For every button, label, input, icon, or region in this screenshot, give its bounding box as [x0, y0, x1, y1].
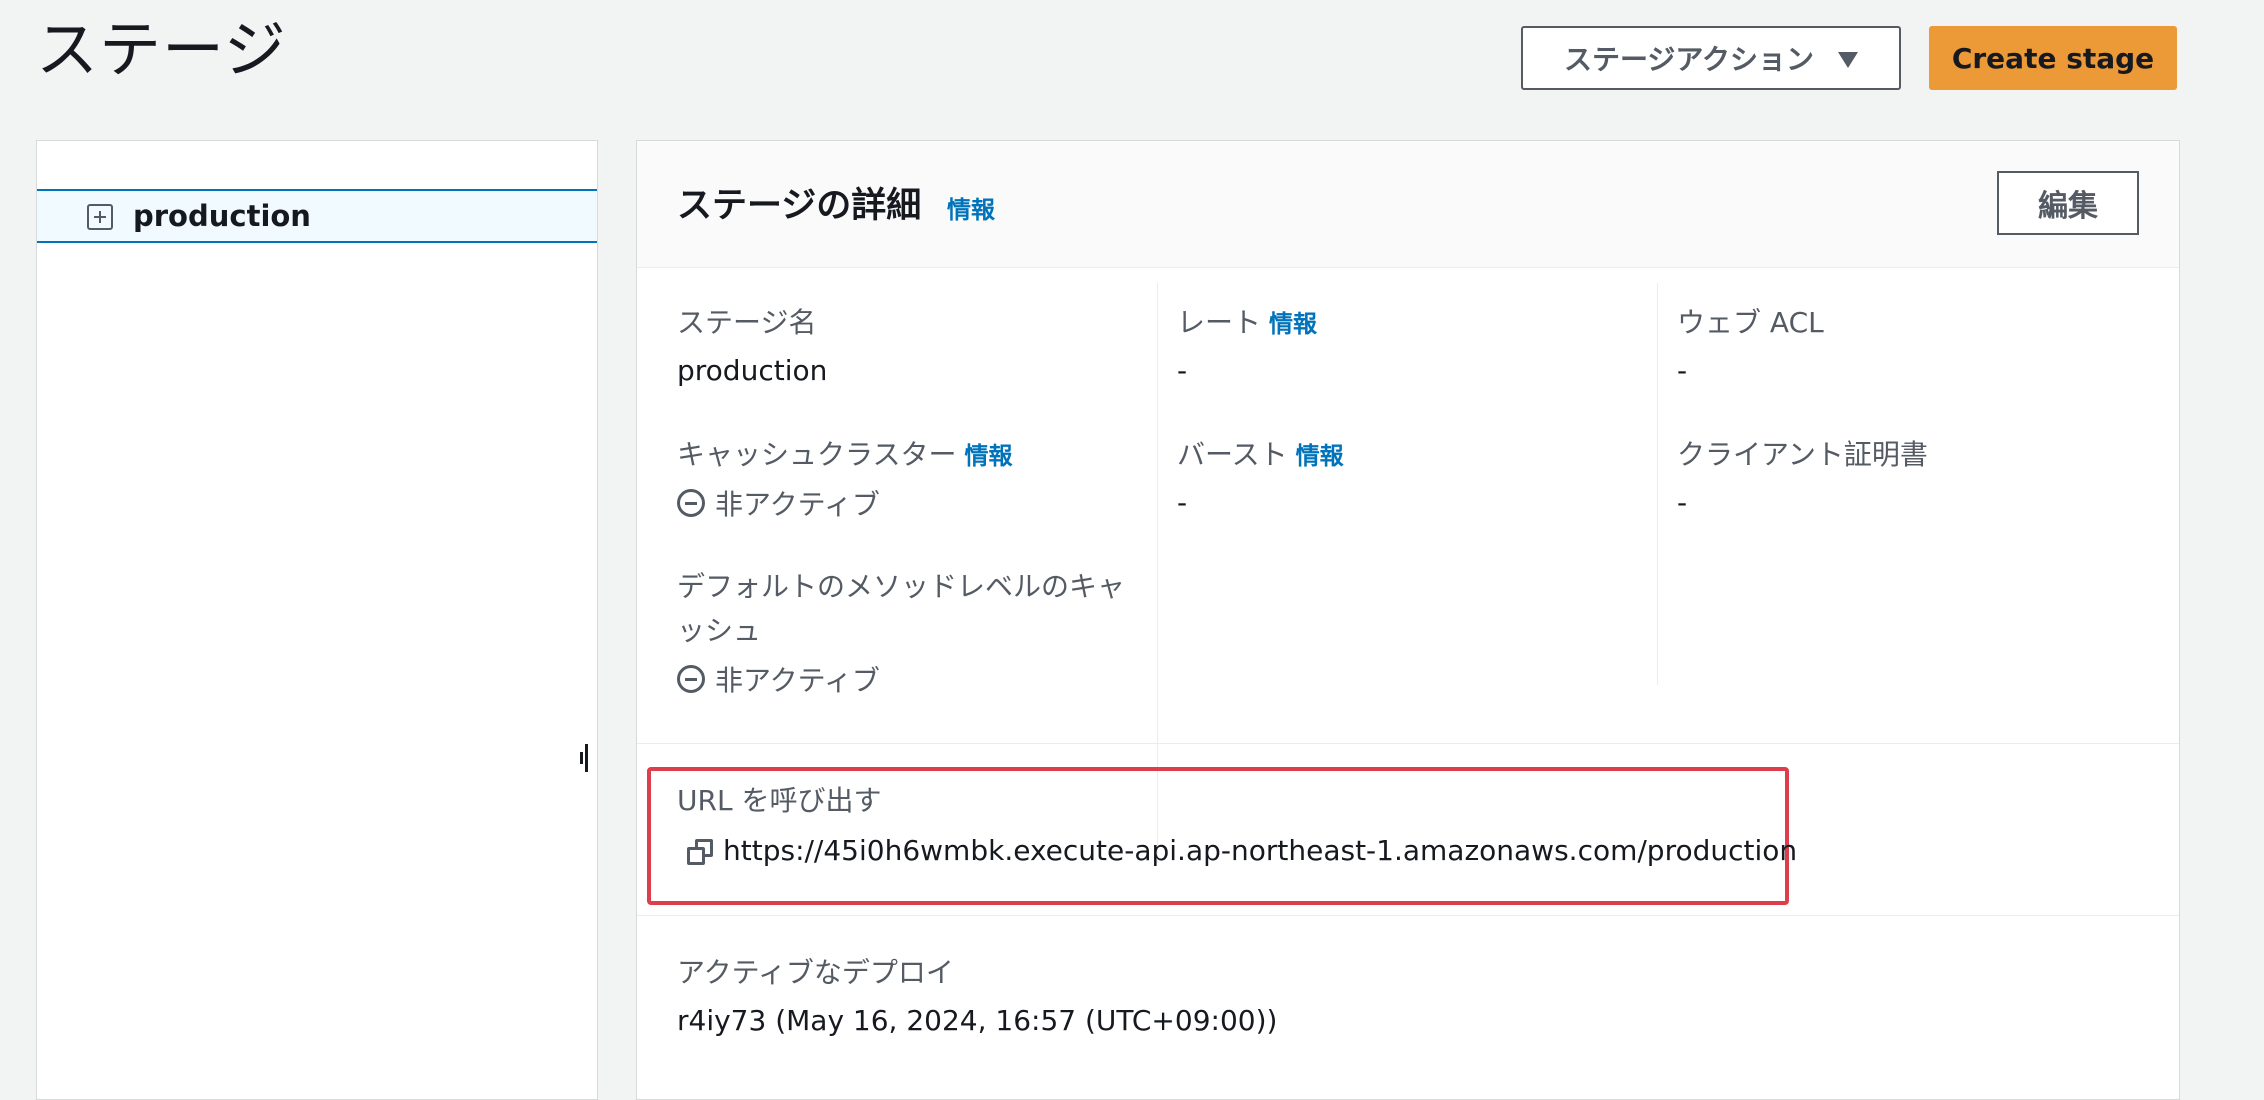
- cache-cluster-status: 非アクティブ: [677, 483, 880, 523]
- client-certificate-value: -: [1677, 486, 1688, 519]
- stage-tree-item-label: production: [133, 199, 311, 233]
- caret-down-icon: [1838, 51, 1859, 68]
- stage-tree-panel: production: [36, 140, 598, 1100]
- rate-label-text: レート: [1177, 306, 1262, 339]
- default-method-cache-label-line1: デフォルトのメソッドレベルのキャ: [677, 570, 1126, 603]
- expand-plus-icon[interactable]: [87, 204, 113, 230]
- page-title: ステージ: [36, 13, 287, 86]
- default-method-cache-label: デフォルトのメソッドレベルのキャ ッシュ: [677, 565, 1125, 653]
- column-divider: [1657, 283, 1658, 685]
- rate-value: -: [1177, 354, 1188, 387]
- copy-icon[interactable]: [687, 839, 715, 867]
- minus-circle-icon: [677, 489, 705, 517]
- default-method-cache-status: 非アクティブ: [677, 659, 880, 699]
- active-deployment-label: アクティブなデプロイ: [677, 956, 954, 989]
- stage-name-value: production: [677, 354, 828, 387]
- burst-info-link[interactable]: 情報: [1296, 442, 1344, 470]
- stage-details-header: ステージの詳細 情報 編集: [637, 141, 2179, 268]
- stage-name-label: ステージ名: [677, 306, 817, 339]
- cache-cluster-label-text: キャッシュクラスター: [677, 438, 957, 471]
- web-acl-label: ウェブ ACL: [1677, 306, 1824, 339]
- stage-actions-button[interactable]: ステージアクション: [1521, 26, 1901, 90]
- burst-label: バースト 情報: [1177, 433, 1344, 478]
- stage-tree-item-production[interactable]: production: [37, 189, 597, 243]
- stage-actions-label: ステージアクション: [1563, 43, 1815, 76]
- burst-label-text: バースト: [1177, 438, 1288, 471]
- create-stage-button[interactable]: Create stage: [1929, 26, 2177, 90]
- web-acl-value: -: [1677, 354, 1688, 387]
- default-method-cache-status-text: 非アクティブ: [715, 664, 880, 697]
- burst-value: -: [1177, 486, 1188, 519]
- section-divider: [637, 915, 2179, 916]
- invoke-url-value[interactable]: https://45i0h6wmbk.execute-api.ap-northe…: [723, 831, 1797, 871]
- cache-cluster-status-text: 非アクティブ: [715, 488, 880, 521]
- section-divider: [637, 743, 2179, 744]
- panel-resize-handle[interactable]: [578, 744, 590, 772]
- default-method-cache-label-line2: ッシュ: [677, 614, 762, 647]
- stage-details-title: ステージの詳細: [677, 186, 922, 226]
- cache-cluster-label: キャッシュクラスター 情報: [677, 433, 1012, 478]
- client-certificate-label: クライアント証明書: [1677, 438, 1928, 471]
- edit-button[interactable]: 編集: [1997, 171, 2139, 235]
- invoke-url-label: URL を呼び出す: [677, 784, 882, 817]
- cache-cluster-info-link[interactable]: 情報: [964, 442, 1012, 470]
- rate-label: レート 情報: [1177, 301, 1317, 346]
- rate-info-link[interactable]: 情報: [1269, 310, 1317, 338]
- active-deployment-value: r4iy73 (May 16, 2024, 16:57 (UTC+09:00)): [677, 1004, 1278, 1037]
- stage-details-info-link[interactable]: 情報: [947, 190, 995, 225]
- stage-details-panel: ステージの詳細 情報 編集 ステージ名 production キャッシュクラスタ…: [636, 140, 2180, 1100]
- minus-circle-icon: [677, 665, 705, 693]
